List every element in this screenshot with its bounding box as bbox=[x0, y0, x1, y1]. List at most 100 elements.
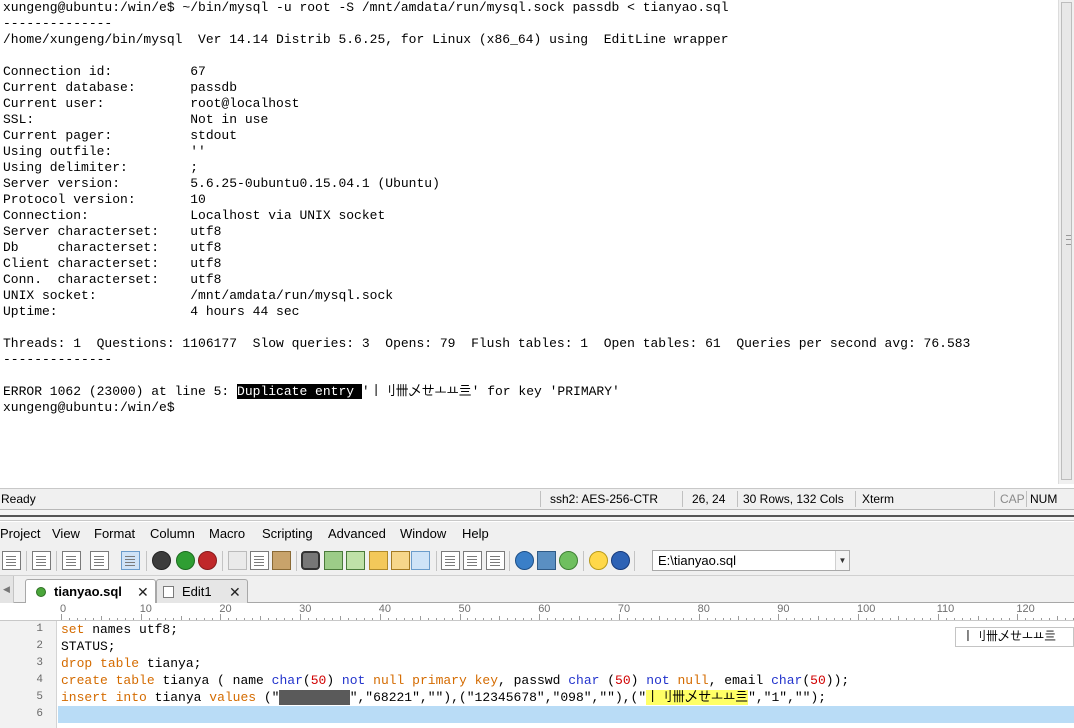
menu-help[interactable]: Help bbox=[462, 522, 489, 546]
ruler-tick bbox=[396, 618, 397, 620]
forward-icon[interactable] bbox=[176, 551, 195, 570]
ruler-number: 120 bbox=[1016, 603, 1035, 615]
word-wrap-icon[interactable] bbox=[32, 551, 51, 570]
ruler-tick bbox=[388, 618, 389, 620]
ruler-tick bbox=[324, 618, 325, 620]
code-line-5[interactable]: insert into tianya values ("█████████","… bbox=[61, 689, 826, 706]
column-mode-icon[interactable] bbox=[441, 551, 460, 570]
web-browser-icon[interactable] bbox=[515, 551, 534, 570]
menu-scripting[interactable]: Scripting bbox=[262, 522, 313, 546]
cut-icon[interactable] bbox=[228, 551, 247, 570]
code-editor[interactable]: 1 2 3 4 5 6 set names utf8; STATUS; drop… bbox=[0, 621, 1074, 728]
ruler-tick bbox=[730, 618, 731, 620]
tip-icon[interactable] bbox=[589, 551, 608, 570]
refresh-icon[interactable] bbox=[559, 551, 578, 570]
toolbar-divider bbox=[146, 551, 147, 571]
code-line-2[interactable]: STATUS; bbox=[61, 638, 116, 655]
goto-icon[interactable] bbox=[369, 551, 388, 570]
toolbar-divider bbox=[583, 551, 584, 571]
menu-view[interactable]: View bbox=[52, 522, 80, 546]
code-text: ( bbox=[302, 673, 311, 688]
ruler-tick bbox=[212, 618, 213, 620]
menu-format[interactable]: Format bbox=[94, 522, 135, 546]
ruler-tick bbox=[627, 618, 628, 620]
code-line-1[interactable]: set names utf8; bbox=[61, 621, 178, 638]
spellcheck-icon[interactable] bbox=[62, 551, 81, 570]
menu-macro[interactable]: Macro bbox=[209, 522, 245, 546]
file-path-combobox[interactable]: E:\tianyao.sql ▼ bbox=[652, 550, 850, 571]
find-next-icon[interactable] bbox=[324, 551, 343, 570]
terminal-scrollbar-thumb[interactable] bbox=[1061, 2, 1072, 480]
code-text: ( bbox=[802, 673, 811, 688]
ruler-tick bbox=[723, 618, 724, 620]
bookmark-icon[interactable] bbox=[391, 551, 410, 570]
window-splitter[interactable] bbox=[0, 510, 1074, 521]
close-icon[interactable]: ✕ bbox=[137, 580, 149, 604]
toggle-list-icon[interactable] bbox=[411, 551, 430, 570]
terminal-output[interactable]: xungeng@ubuntu:/win/e$ ~/bin/mysql -u ro… bbox=[3, 0, 1053, 484]
document-view-icon[interactable] bbox=[121, 551, 140, 570]
sql-keyword: key bbox=[474, 673, 498, 688]
code-text: ","1",""); bbox=[748, 690, 827, 705]
copy-icon[interactable] bbox=[250, 551, 269, 570]
terminal-line: Server version: 5.6.25-0ubuntu0.15.04.1 … bbox=[3, 176, 440, 191]
menu-advanced[interactable]: Advanced bbox=[328, 522, 386, 546]
chevron-down-icon[interactable]: ▼ bbox=[835, 551, 849, 570]
tile-windows-icon[interactable] bbox=[486, 551, 505, 570]
ruler-tick bbox=[826, 618, 827, 620]
ruler-tick bbox=[1009, 618, 1010, 620]
sql-number: 50 bbox=[310, 673, 327, 688]
tab-tianyao-sql[interactable]: tianyao.sql ✕ bbox=[25, 579, 156, 604]
find-icon[interactable] bbox=[301, 551, 320, 570]
split-window-icon[interactable] bbox=[463, 551, 482, 570]
selected-text: Duplicate entry bbox=[237, 384, 362, 399]
ruler-number: 20 bbox=[219, 603, 232, 615]
ruler-tick bbox=[491, 618, 492, 620]
menu-project[interactable]: Project bbox=[0, 522, 40, 546]
sql-type: char bbox=[568, 673, 600, 688]
sql-keyword: drop bbox=[61, 656, 93, 671]
terminal-scrollbar[interactable] bbox=[1058, 0, 1074, 484]
replace-icon[interactable] bbox=[346, 551, 365, 570]
menu-window[interactable]: Window bbox=[400, 522, 446, 546]
ruler-tick bbox=[244, 618, 245, 620]
ruler-tick bbox=[970, 618, 971, 620]
close-icon[interactable]: ✕ bbox=[229, 580, 241, 604]
preview-icon[interactable] bbox=[537, 551, 556, 570]
terminal-prompt: xungeng@ubuntu:/win/e$ bbox=[3, 400, 175, 415]
ruler-tick bbox=[810, 618, 811, 620]
code-text: names utf8; bbox=[84, 622, 179, 637]
ruler-tick bbox=[986, 618, 987, 620]
back-icon[interactable] bbox=[152, 551, 171, 570]
code-line-4[interactable]: create table tianya ( name char(50) not … bbox=[61, 672, 849, 689]
code-line-3[interactable]: drop table tianya; bbox=[61, 655, 201, 672]
paste-icon[interactable] bbox=[272, 551, 291, 570]
ruler-tick bbox=[635, 618, 636, 620]
code-text: )); bbox=[825, 673, 850, 688]
ruler-tick bbox=[467, 618, 468, 620]
stop-icon[interactable] bbox=[198, 551, 217, 570]
ruler-tick bbox=[762, 618, 763, 620]
ruler-tick bbox=[149, 618, 150, 620]
document-icon bbox=[163, 586, 174, 598]
ruler-tick bbox=[117, 618, 118, 620]
terminal-window[interactable]: xungeng@ubuntu:/win/e$ ~/bin/mysql -u ro… bbox=[0, 0, 1074, 488]
print-preview-icon[interactable] bbox=[2, 551, 21, 570]
ruler-number: 60 bbox=[538, 603, 551, 615]
ruler-tick bbox=[220, 614, 221, 620]
sql-keyword: table bbox=[100, 656, 140, 671]
terminal-error-line: ERROR 1062 (23000) at line 5: Duplicate … bbox=[3, 384, 1053, 400]
chevron-left-icon[interactable]: ◀ bbox=[0, 576, 14, 603]
sql-keyword: primary bbox=[412, 673, 467, 688]
ruler-tick bbox=[850, 618, 851, 620]
menu-column[interactable]: Column bbox=[150, 522, 195, 546]
help-icon[interactable] bbox=[611, 551, 630, 570]
terminal-line: Connection: Localhost via UNIX socket bbox=[3, 208, 386, 223]
ruler-tick bbox=[906, 618, 907, 620]
tab-edit1[interactable]: Edit1 ✕ bbox=[156, 579, 248, 603]
ruler-tick bbox=[922, 618, 923, 620]
hex-mode-icon[interactable] bbox=[90, 551, 109, 570]
ruler-tick bbox=[659, 616, 660, 620]
